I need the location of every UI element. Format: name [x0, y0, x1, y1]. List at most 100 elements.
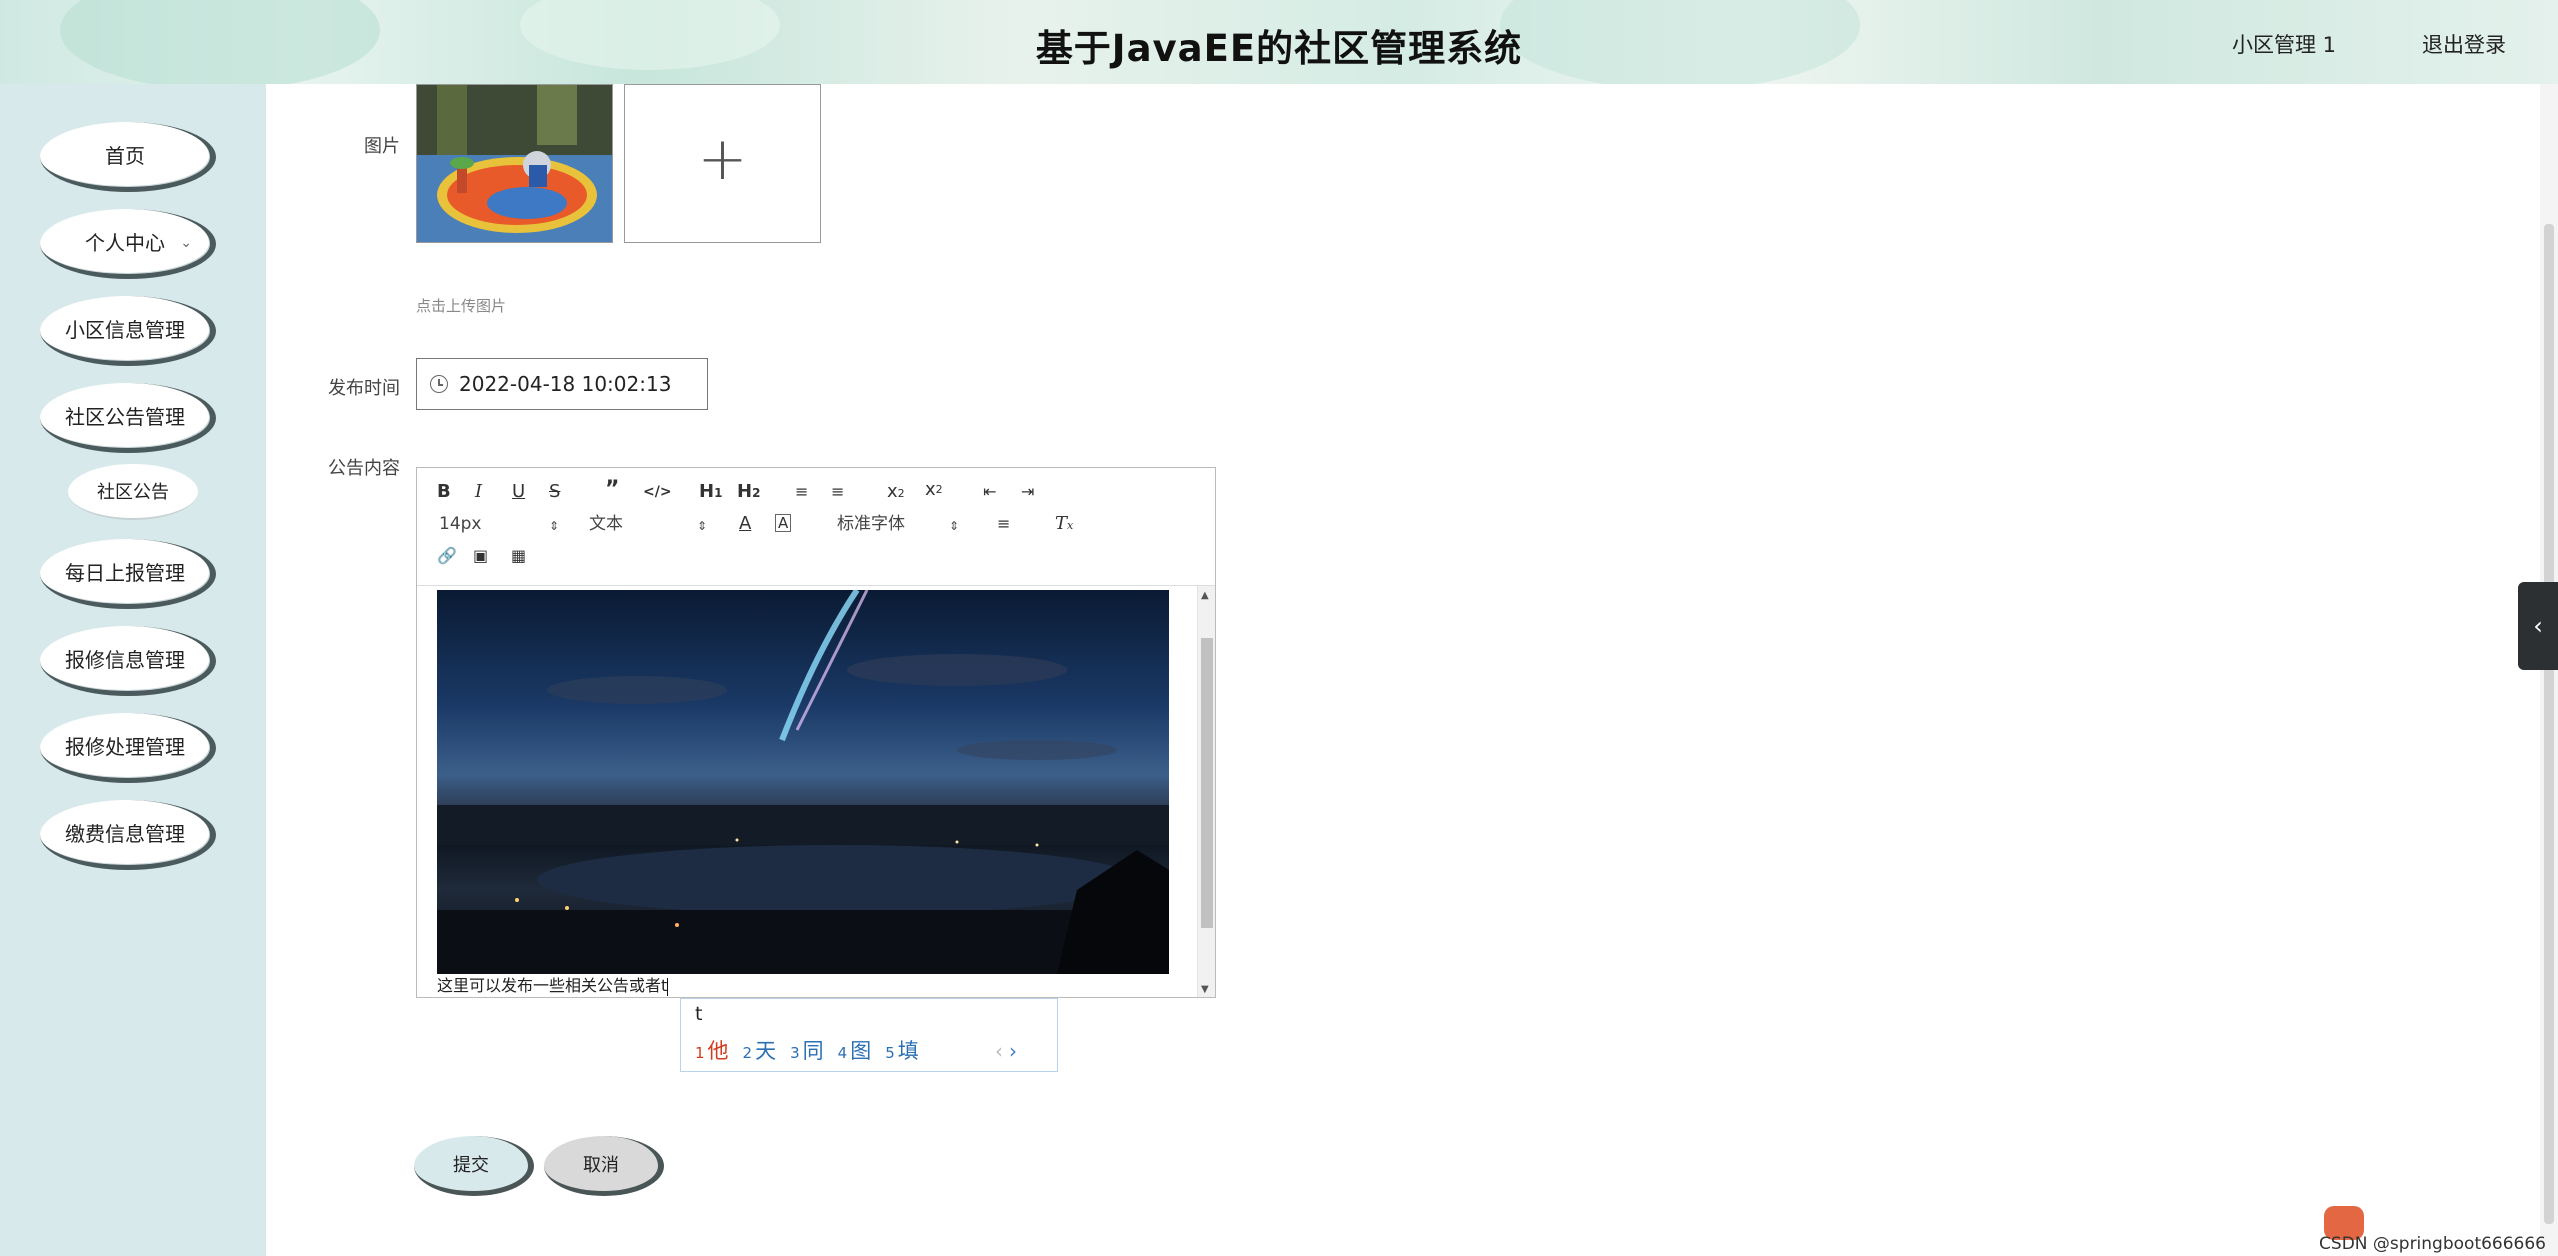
sidebar-item-profile[interactable]: 个人中心 ⌄ — [40, 209, 216, 279]
ime-candidate-list: 1他 2天 3同 4图 5填 — [695, 1035, 919, 1065]
font-family-value: 标准字体 — [837, 514, 905, 534]
header-bar: 基于JavaEE的社区管理系统 小区管理 1 退出登录 — [0, 0, 2558, 84]
heading2-icon[interactable]: H2 — [737, 482, 760, 503]
publish-time-value: 2022-04-18 10:02:13 — [459, 372, 672, 396]
bold-icon[interactable]: B — [437, 482, 451, 502]
ime-candidate[interactable]: 2天 — [743, 1035, 777, 1065]
candidate-text: 他 — [707, 1039, 729, 1063]
candidate-number: 3 — [790, 1044, 800, 1062]
sidebar-item-home[interactable]: 首页 — [40, 122, 216, 192]
candidate-text: 图 — [850, 1039, 872, 1063]
sidebar-item-repair-info[interactable]: 报修信息管理 — [40, 626, 216, 696]
sidebar-item-label: 社区公告管理 — [65, 405, 185, 429]
playground-image — [417, 85, 612, 242]
bullet-list-icon[interactable]: ≡ — [831, 482, 844, 502]
font-size-value: 14px — [439, 514, 482, 534]
outdent-icon[interactable]: ⇤ — [983, 482, 996, 502]
scroll-down-icon[interactable]: ▼ — [1201, 984, 1209, 995]
select-arrow-icon: ⇕ — [697, 519, 708, 533]
text-caret — [667, 977, 669, 996]
sidebar-item-daily-report[interactable]: 每日上报管理 — [40, 539, 216, 609]
sidebar-item-label: 报修处理管理 — [65, 735, 185, 759]
sidebar-item-label: 每日上报管理 — [65, 561, 185, 585]
select-arrow-icon: ⇕ — [949, 519, 960, 533]
chevron-down-icon: ⌄ — [180, 235, 192, 251]
submit-label: 提交 — [453, 1154, 489, 1176]
link-icon[interactable]: 🔗 — [437, 546, 457, 566]
page-scrollbar-thumb[interactable] — [2544, 224, 2554, 1224]
blockquote-icon[interactable]: ” — [605, 479, 619, 501]
sidebar-item-payment-info[interactable]: 缴费信息管理 — [40, 800, 216, 870]
candidate-number: 1 — [695, 1044, 705, 1062]
superscript-icon[interactable]: x2 — [925, 480, 943, 500]
candidate-text: 同 — [802, 1039, 824, 1063]
scroll-up-icon[interactable]: ▲ — [1201, 590, 1209, 601]
background-color-icon[interactable]: A — [775, 514, 792, 532]
ordered-list-icon[interactable]: ≡ — [795, 482, 808, 502]
strikethrough-icon[interactable]: S — [549, 482, 560, 502]
content-label: 公告内容 — [328, 458, 400, 479]
ime-candidate[interactable]: 1他 — [695, 1035, 729, 1065]
chevron-right-icon[interactable]: › — [1009, 1039, 1023, 1063]
sidebar-item-label: 报修信息管理 — [65, 648, 185, 672]
comet-night-image — [437, 588, 1169, 974]
cancel-button[interactable]: 取消 — [544, 1136, 664, 1196]
watermark: CSDN @springboot666666 — [2319, 1234, 2546, 1254]
ime-composition: t — [695, 1003, 703, 1025]
font-family-select[interactable]: 标准字体 ⇕ — [837, 514, 960, 534]
ime-candidate[interactable]: 5填 — [885, 1035, 919, 1065]
editor-caption-text: 这里可以发布一些相关公告或者t — [437, 972, 669, 996]
logout-link[interactable]: 退出登录 — [2422, 29, 2506, 59]
align-icon[interactable]: ≡ — [997, 514, 1010, 534]
submit-button[interactable]: 提交 — [414, 1136, 534, 1196]
publish-time-input[interactable]: 2022-04-18 10:02:13 — [416, 358, 708, 410]
side-drawer-toggle[interactable]: ‹ — [2518, 582, 2558, 670]
chevron-left-icon: ‹ — [2533, 612, 2543, 640]
sidebar-item-repair-process[interactable]: 报修处理管理 — [40, 713, 216, 783]
current-user: 小区管理 1 — [2231, 33, 2336, 57]
ime-candidate[interactable]: 4图 — [838, 1035, 872, 1065]
caption-text: 这里可以发布一些相关公告或者t — [437, 976, 668, 995]
scrollbar-thumb[interactable] — [1201, 638, 1213, 928]
code-block-icon[interactable]: </> — [643, 482, 672, 502]
underline-icon[interactable]: U — [512, 482, 525, 502]
font-size-select[interactable]: 14px ⇕ — [439, 514, 559, 534]
ime-candidate-popup: t 1他 2天 3同 4图 5填 ‹› — [680, 998, 1058, 1072]
upload-image-button[interactable]: + — [624, 84, 821, 243]
italic-icon[interactable]: I — [475, 482, 482, 502]
editor-toolbar: B I U S ” </> H1 H2 ≡ ≡ x2 x2 ⇤ ⇥ 14px ⇕ … — [417, 468, 1215, 586]
candidate-number: 2 — [742, 1044, 753, 1062]
chevron-left-icon[interactable]: ‹ — [995, 1039, 1009, 1063]
candidate-number: 4 — [837, 1044, 848, 1062]
sidebar-item-notice-management[interactable]: 社区公告管理 — [40, 383, 216, 453]
page-scrollbar[interactable] — [2540, 84, 2558, 1256]
sidebar-item-label: 首页 — [105, 144, 145, 168]
select-arrow-icon: ⇕ — [549, 519, 560, 533]
clock-icon — [430, 375, 448, 393]
sidebar-subitem-notice[interactable]: 社区公告 — [68, 464, 198, 520]
font-color-icon[interactable]: A — [739, 514, 751, 534]
video-icon[interactable]: ▦ — [511, 546, 526, 566]
publish-time-label: 发布时间 — [328, 378, 400, 399]
sidebar-item-label: 个人中心 — [85, 231, 165, 255]
text-type-select[interactable]: 文本 ⇕ — [589, 514, 707, 534]
heading1-icon[interactable]: H1 — [699, 482, 722, 503]
ime-candidate[interactable]: 3同 — [790, 1035, 824, 1065]
sidebar-item-label: 小区信息管理 — [65, 318, 185, 342]
ime-page-nav[interactable]: ‹› — [995, 1039, 1023, 1063]
uploaded-image-thumbnail[interactable] — [416, 84, 613, 243]
sidebar-item-label: 社区公告 — [97, 482, 169, 503]
clear-format-icon[interactable]: Tx — [1055, 514, 1073, 536]
upload-hint: 点击上传图片 — [416, 297, 507, 315]
plus-icon: + — [697, 124, 748, 194]
indent-icon[interactable]: ⇥ — [1021, 482, 1034, 502]
candidate-text: 填 — [897, 1039, 919, 1063]
image-icon[interactable]: ▣ — [473, 546, 488, 566]
sidebar-item-community-info[interactable]: 小区信息管理 — [40, 296, 216, 366]
sidebar-item-label: 缴费信息管理 — [65, 822, 185, 846]
editor-scrollbar[interactable]: ▲ ▼ — [1197, 586, 1215, 997]
subscript-icon[interactable]: x2 — [887, 482, 905, 504]
editor-content[interactable]: 这里可以发布一些相关公告或者t — [417, 586, 1197, 997]
image-label: 图片 — [364, 136, 400, 157]
candidate-number: 5 — [885, 1044, 895, 1062]
